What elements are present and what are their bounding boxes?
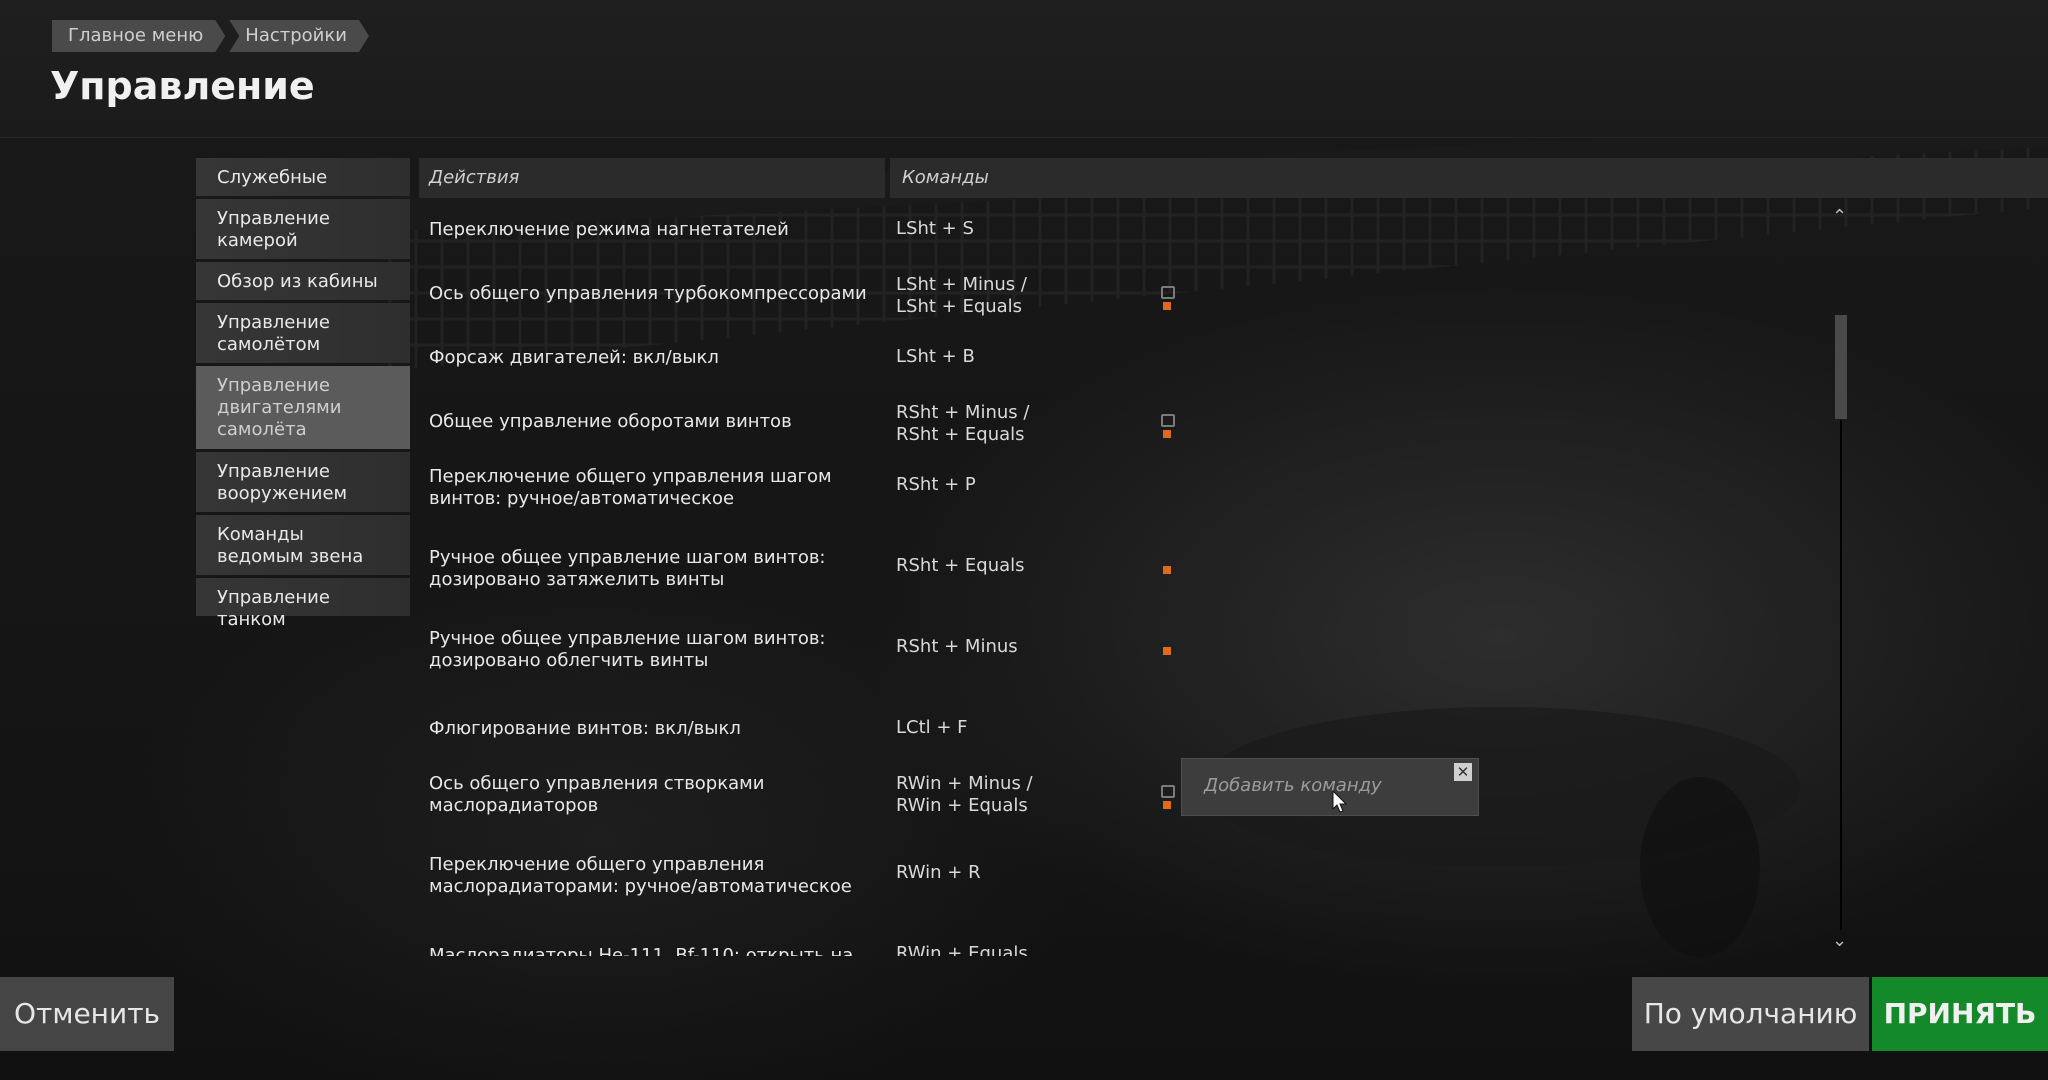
binding-indicators [1161, 785, 1175, 809]
command-binding[interactable]: RWin + Equals [896, 943, 1028, 956]
sidebar-item-weapons[interactable]: Управление вооружением [196, 452, 410, 512]
command-binding[interactable]: LSht + Minus / LSht + Equals [896, 274, 1027, 318]
action-label: Ось общего управления створками маслорад… [429, 773, 765, 816]
binding-indicators [1161, 286, 1175, 310]
breadcrumb: Главное меню Настройки [52, 20, 373, 52]
command-binding[interactable]: RSht + Minus / RSht + Equals [896, 402, 1029, 446]
sidebar-item-tank-control[interactable]: Управление танком [196, 578, 410, 630]
mouse-cursor-icon [1332, 789, 1348, 818]
conflict-marker-icon [1163, 430, 1171, 438]
page-title: Управление [50, 64, 315, 108]
axis-invert-icon[interactable] [1161, 286, 1175, 299]
action-label: Ручное общее управление шагом винтов: до… [429, 628, 826, 671]
command-binding[interactable]: RWin + Minus / RWin + Equals [896, 773, 1033, 817]
binding-indicators [1161, 414, 1175, 438]
action-label: Форсаж двигателей: вкл/выкл [429, 347, 719, 368]
breadcrumb-main-menu[interactable]: Главное меню [52, 20, 225, 52]
add-command-popup[interactable]: Добавить команду ✕ [1181, 758, 1479, 816]
axis-invert-icon[interactable] [1161, 414, 1175, 427]
command-binding[interactable]: RSht + Equals [896, 555, 1025, 577]
cancel-button[interactable]: Отменить [0, 977, 174, 1051]
command-binding[interactable]: LCtl + F [896, 717, 968, 739]
conflict-marker-icon [1163, 566, 1171, 574]
conflict-marker-icon [1163, 801, 1171, 809]
column-header-actions: Действия [419, 158, 885, 198]
binding-row[interactable]: Флюгирование винтов: вкл/выкл LCtl + F [419, 697, 1859, 761]
axis-invert-icon[interactable] [1161, 785, 1175, 798]
add-command-label[interactable]: Добавить команду [1204, 775, 1382, 796]
command-binding[interactable]: RSht + Minus [896, 636, 1018, 658]
scroll-down-icon[interactable]: ⌄ [1832, 930, 1847, 951]
command-binding[interactable]: RWin + R [896, 862, 981, 884]
column-header-commands: Команды [890, 158, 2048, 198]
binding-row[interactable]: Маслорадиаторы He-111, Bf-110: открыть н… [419, 923, 1859, 956]
binding-row[interactable]: Общее управление оборотами винтов RSht + … [419, 390, 1859, 454]
sidebar-item-engine-control[interactable]: Управление двигателями самолёта [196, 366, 410, 449]
binding-row[interactable]: Переключение общего управления маслоради… [419, 842, 1859, 923]
binding-row[interactable]: Ось общего управления створками маслорад… [419, 761, 1859, 842]
sidebar-item-aircraft-control[interactable]: Управление самолётом [196, 303, 410, 363]
action-label: Переключение режима нагнетателей [429, 219, 789, 240]
binding-row[interactable]: Переключение общего управления шагом вин… [419, 454, 1859, 535]
breadcrumb-settings[interactable]: Настройки [229, 20, 369, 52]
binding-row[interactable]: Ось общего управления турбокомпрессорами… [419, 262, 1859, 326]
sidebar-item-service[interactable]: Служебные [196, 158, 410, 196]
binding-row[interactable]: Ручное общее управление шагом винтов: до… [419, 616, 1859, 697]
header-bar: Главное меню Настройки Управление [0, 0, 2048, 138]
action-label: Общее управление оборотами винтов [429, 411, 792, 432]
sidebar-item-wingman-commands[interactable]: Команды ведомым звена [196, 515, 410, 575]
binding-row[interactable]: Ручное общее управление шагом винтов: до… [419, 535, 1859, 616]
command-binding[interactable]: LSht + S [896, 218, 974, 240]
close-icon[interactable]: ✕ [1454, 763, 1472, 781]
action-label: Переключение общего управления маслоради… [429, 854, 852, 897]
scroll-up-icon[interactable]: ⌃ [1832, 206, 1847, 227]
binding-indicators [1161, 644, 1171, 655]
action-label: Переключение общего управления шагом вин… [429, 466, 832, 509]
binding-indicators [1161, 563, 1171, 574]
binding-row[interactable]: Форсаж двигателей: вкл/выкл LSht + B [419, 326, 1859, 390]
accept-button[interactable]: ПРИНЯТЬ [1872, 977, 2048, 1051]
sidebar-item-camera[interactable]: Управление камерой [196, 199, 410, 259]
scrollbar-thumb[interactable] [1835, 315, 1847, 419]
category-sidebar: Служебные Управление камерой Обзор из ка… [196, 158, 410, 630]
command-binding[interactable]: RSht + P [896, 474, 976, 496]
bindings-list: Переключение режима нагнетателей LSht + S… [419, 198, 1859, 956]
command-binding[interactable]: LSht + B [896, 346, 975, 368]
action-label: Маслорадиаторы He-111, Bf-110: открыть н… [429, 945, 854, 956]
default-button[interactable]: По умолчанию [1632, 977, 1869, 1051]
scrollbar-track[interactable] [1840, 420, 1842, 930]
action-label: Ручное общее управление шагом винтов: до… [429, 547, 826, 590]
binding-row[interactable]: Переключение режима нагнетателей LSht + S [419, 198, 1859, 262]
action-label: Ось общего управления турбокомпрессорами [429, 283, 867, 304]
conflict-marker-icon [1163, 647, 1171, 655]
action-label: Флюгирование винтов: вкл/выкл [429, 718, 741, 739]
sidebar-item-cockpit-view[interactable]: Обзор из кабины [196, 262, 410, 300]
conflict-marker-icon [1163, 302, 1171, 310]
